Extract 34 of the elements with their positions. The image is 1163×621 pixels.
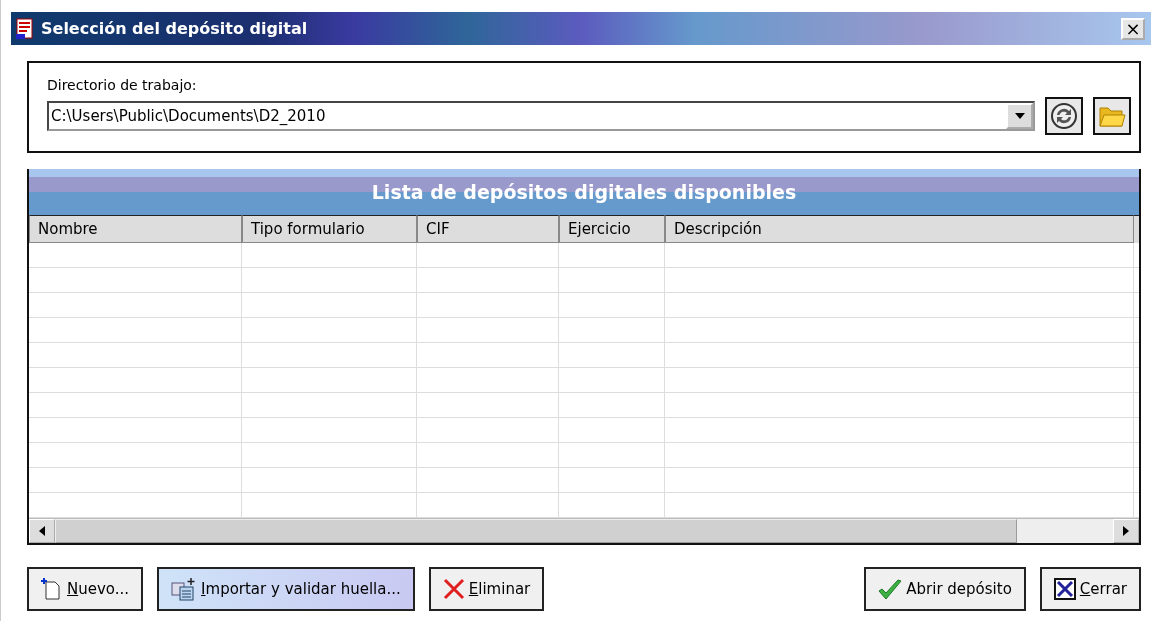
window-title: Selección del depósito digital <box>41 19 309 38</box>
folder-icon <box>1098 104 1126 128</box>
scrollbar-thumb[interactable] <box>55 519 1017 543</box>
import-button[interactable]: Importar y validar huella... <box>157 567 415 611</box>
column-header[interactable]: CIF <box>417 215 559 243</box>
close-icon <box>1053 578 1076 600</box>
app-icon <box>15 17 35 40</box>
left-arrow-icon <box>39 526 45 536</box>
scroll-left-button[interactable] <box>29 519 55 543</box>
column-header[interactable]: Descripción <box>665 215 1134 243</box>
dropdown-button[interactable] <box>1006 103 1033 129</box>
column-header[interactable]: Tipo formulario <box>242 215 417 243</box>
directory-dropdown[interactable]: C:\Users\Public\Documents\D2_2010 <box>47 101 1035 131</box>
refresh-button[interactable] <box>1045 97 1083 135</box>
table-title: Lista de depósitos digitales disponibles <box>29 169 1139 215</box>
refresh-icon <box>1050 102 1078 130</box>
scroll-right-button[interactable] <box>1113 519 1139 543</box>
open-button[interactable]: Abrir depósito <box>864 567 1026 611</box>
horizontal-scrollbar[interactable] <box>29 518 1139 543</box>
delete-icon <box>442 578 465 600</box>
header-filler <box>1134 215 1139 243</box>
checkmark-icon <box>878 578 903 600</box>
folder-button[interactable] <box>1093 97 1131 135</box>
new-button[interactable]: Nuevo... <box>27 567 144 611</box>
right-arrow-icon <box>1123 526 1129 536</box>
column-header[interactable]: Ejercicio <box>559 215 665 243</box>
new-document-icon <box>41 577 63 601</box>
directory-label: Directorio de trabajo: <box>47 77 198 93</box>
close-button[interactable]: × <box>1121 17 1145 40</box>
documents-icon <box>171 577 198 601</box>
close-dialog-button[interactable]: Cerrar <box>1039 567 1141 611</box>
caret-icon <box>1014 113 1025 119</box>
column-header[interactable]: Nombre <box>29 215 242 243</box>
delete-button[interactable]: Eliminar <box>428 567 545 611</box>
